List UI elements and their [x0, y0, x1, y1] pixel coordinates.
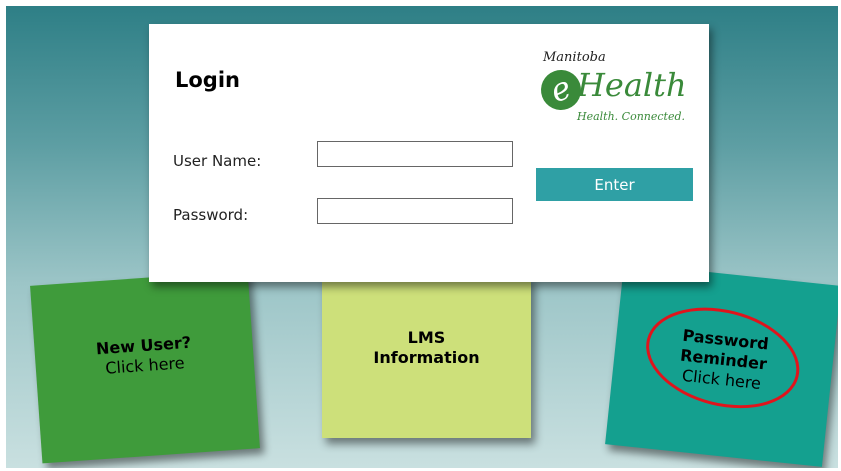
- logo-brand: Health: [577, 66, 687, 104]
- username-label: User Name:: [173, 152, 262, 170]
- lms-text: LMS Information: [322, 328, 531, 368]
- password-input[interactable]: [317, 198, 513, 224]
- logo-tagline: Health. Connected.: [577, 110, 686, 123]
- login-title: Login: [175, 68, 240, 92]
- login-panel: Login Manitoba e Health Health. Connecte…: [149, 24, 709, 282]
- highlight-circle: [635, 292, 811, 424]
- new-user-link: Click here: [104, 353, 186, 378]
- new-user-card[interactable]: New User? Click here: [30, 270, 260, 464]
- lms-subtitle: Information: [373, 348, 480, 367]
- page-background: New User? Click here LMS Information Pas…: [6, 6, 838, 468]
- manitoba-ehealth-logo: Manitoba e Health Health. Connected.: [535, 50, 697, 134]
- password-reminder-card[interactable]: Password Reminder Click here: [605, 263, 838, 467]
- lms-information-card[interactable]: LMS Information: [322, 276, 531, 438]
- enter-button[interactable]: Enter: [536, 168, 693, 201]
- username-input[interactable]: [317, 141, 513, 167]
- password-label: Password:: [173, 206, 249, 224]
- lms-title: LMS: [407, 328, 446, 347]
- logo-province: Manitoba: [543, 50, 606, 65]
- new-user-text: New User? Click here: [34, 328, 254, 383]
